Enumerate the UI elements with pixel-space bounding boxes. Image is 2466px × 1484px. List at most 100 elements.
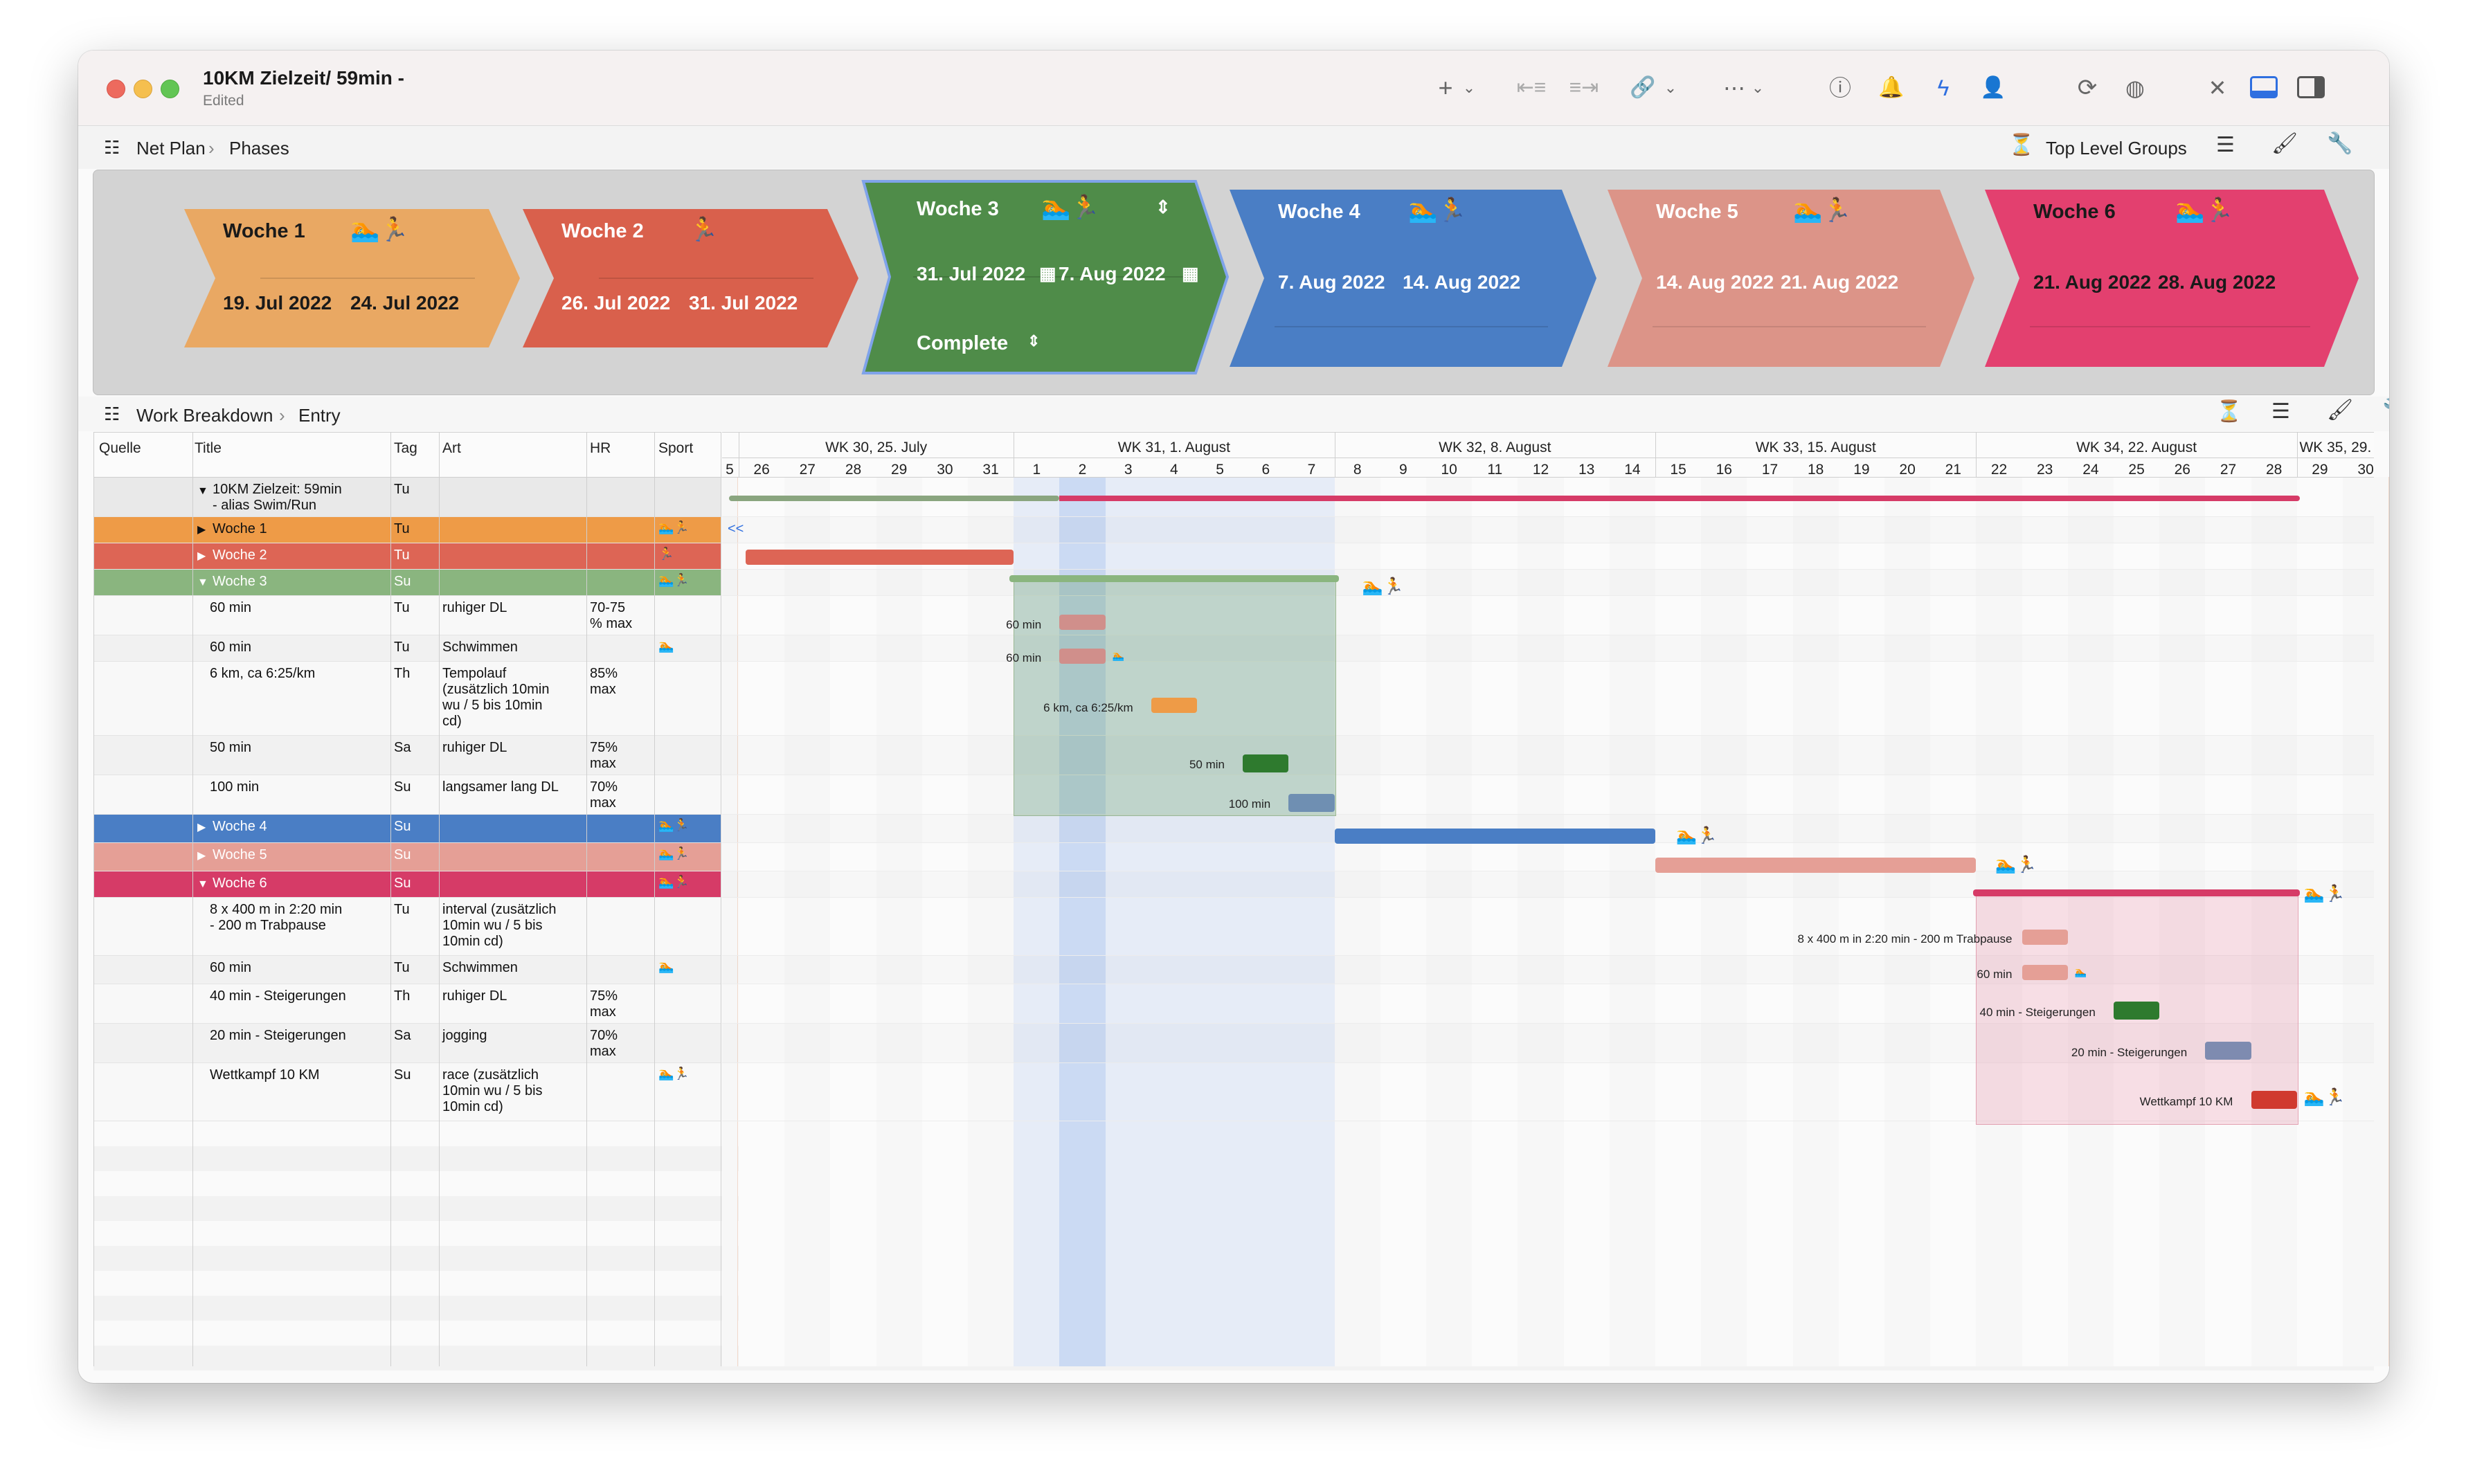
chevron-down-icon[interactable]: ⌄ [1462, 74, 1476, 102]
project-summary-bar[interactable] [729, 496, 1060, 501]
table-row[interactable]: ▼ Woche 6 Su 🏊🏃 [93, 871, 721, 898]
gantt-bar-woche-6[interactable] [1973, 889, 2300, 896]
table-row[interactable]: ▶ Woche 2 Tu 🏃 [93, 543, 721, 570]
minimize-button[interactable] [134, 80, 152, 98]
person-icon[interactable]: 👤 [1978, 74, 2008, 102]
brush-icon[interactable]: 🖌 [2327, 398, 2353, 422]
chevron-down-icon[interactable]: ⌄ [1664, 74, 1677, 102]
bolt-icon[interactable]: ϟ [1928, 74, 1959, 102]
phase-woche-5[interactable]: Woche 5 🏊🏃 14. Aug 2022 21. Aug 2022 [1608, 190, 1974, 367]
tools-icon[interactable]: ✕ [2202, 74, 2233, 102]
stepper-icon[interactable]: ⇕ [1027, 332, 1040, 350]
disclosure-triangle-icon[interactable]: ▶ [197, 548, 206, 564]
gantt-bar-task[interactable] [1243, 754, 1289, 772]
table-row[interactable]: 60 min Tu ruhiger DL 70-75 % max [93, 596, 721, 635]
row-tag: Sa [394, 740, 411, 755]
gantt-bar-task[interactable] [2251, 1091, 2297, 1109]
disclosure-triangle-icon[interactable]: ▼ [197, 483, 208, 499]
col-art[interactable]: Art [442, 440, 461, 457]
outdent-icon[interactable]: ⇤≡ [1514, 74, 1549, 102]
table-row[interactable]: 40 min - Steigerungen Th ruhiger DL 75% max [93, 984, 721, 1024]
phase-woche-3[interactable]: Woche 3 🏊🏃 ⇕ 31. Jul 2022 ▦ 7. Aug 2022 … [858, 179, 1232, 376]
gantt-bar-woche-2[interactable] [746, 550, 1014, 565]
table-row[interactable]: 100 min Su langsamer lang DL 70% max [93, 775, 721, 815]
disclosure-triangle-icon[interactable]: ▶ [197, 848, 206, 864]
netplan-title[interactable]: Net Plan [136, 138, 206, 159]
collapse-marker[interactable]: << [728, 521, 744, 537]
wbs-crumb[interactable]: Entry [298, 405, 341, 426]
sidebar-icon[interactable] [2297, 76, 2325, 98]
week-header: WK 33, 15. August [1755, 440, 1876, 455]
table-row[interactable]: 6 km, ca 6:25/km Th Tempolauf (zusätzlich … [93, 662, 721, 736]
help-icon[interactable]: ⓘ [1825, 74, 1855, 102]
layout-icon[interactable] [2250, 76, 2278, 98]
sport-icon: 🏊🏃 [658, 818, 690, 832]
phase-status[interactable]: Complete [917, 332, 1008, 355]
gantt-bar-task[interactable] [1151, 698, 1197, 713]
stepper-icon[interactable]: ⇕ [1155, 197, 1171, 218]
row-art: ruhiger DL [442, 740, 507, 755]
gantt-bar-task[interactable] [1059, 615, 1106, 630]
close-button[interactable] [107, 80, 125, 98]
link-icon[interactable]: 🔗 [1629, 74, 1657, 102]
chevron-down-icon[interactable]: ⌄ [1751, 74, 1765, 102]
table-row[interactable]: 20 min - Steigerungen Sa jogging 70% max [93, 1024, 721, 1063]
gantt-bar-woche-5[interactable] [1655, 858, 1977, 873]
col-hr[interactable]: HR [590, 440, 611, 457]
gantt-bar-task[interactable] [2205, 1042, 2251, 1060]
phase-woche-2[interactable]: Woche 2 🏃 26. Jul 2022 31. Jul 2022 [523, 209, 858, 347]
table-row[interactable]: ▼ 10KM Zielzeit: 59min - alias Swim/Run Tu [93, 478, 721, 517]
row-art: langsamer lang DL [442, 779, 559, 795]
table-row[interactable]: 60 min Tu Schwimmen 🏊 [93, 635, 721, 662]
phase-woche-6[interactable]: Woche 6 🏊🏃 21. Aug 2022 28. Aug 2022 [1985, 190, 2359, 367]
wbs-title[interactable]: Work Breakdown [136, 405, 273, 426]
col-quelle[interactable]: Quelle [99, 440, 141, 457]
plus-icon[interactable]: + [1432, 74, 1459, 102]
table-row[interactable]: 8 x 400 m in 2:20 min - 200 m Trabpause T… [93, 898, 721, 956]
gantt-bar-task[interactable] [1288, 794, 1335, 812]
table-row[interactable]: ▶ Woche 1 Tu 🏊🏃 [93, 517, 721, 543]
indent-icon[interactable]: ≡⇥ [1567, 74, 1601, 102]
refresh-icon[interactable]: ⟳ [2072, 74, 2103, 102]
netplan-crumb[interactable]: Phases [229, 138, 289, 159]
table-row[interactable]: ▶ Woche 5 Su 🏊🏃 [93, 843, 721, 871]
bell-icon[interactable]: 🔔 [1876, 74, 1907, 102]
col-tag[interactable]: Tag [394, 440, 417, 457]
wrench-icon[interactable]: 🔧 [2327, 132, 2352, 156]
gantt-bar-woche-3[interactable] [1009, 575, 1339, 582]
zoom-button[interactable] [161, 80, 179, 98]
phase-woche-1[interactable]: Woche 1 🏊🏃 19. Jul 2022 24. Jul 2022 [184, 209, 520, 347]
gantt-bar-task[interactable] [2022, 930, 2068, 945]
table-row[interactable]: ▼ Woche 3 Su 🏊🏃 [93, 570, 721, 596]
col-sport[interactable]: Sport [658, 440, 693, 457]
row-tag: Tu [394, 640, 410, 655]
wrench-icon[interactable]: 🔧 [2382, 398, 2389, 422]
table-row[interactable]: Wettkampf 10 KM Su race (zusätzlich 10min … [93, 1063, 721, 1121]
table-row[interactable]: 60 min Tu Schwimmen 🏊 [93, 956, 721, 984]
app-window: 10KM Zielzeit/ 59min - Edited + ⌄ ⇤≡ ≡⇥ … [78, 51, 2389, 1383]
swim-run-icon: 🏊🏃 [1995, 856, 2037, 874]
disclosure-triangle-icon[interactable]: ▼ [197, 876, 208, 892]
table-row[interactable]: 50 min Sa ruhiger DL 75% max [93, 736, 721, 775]
calendar-icon[interactable]: ▦ [1039, 263, 1056, 284]
disclosure-triangle-icon[interactable]: ▶ [197, 522, 206, 538]
gantt-bar-task[interactable] [1059, 649, 1106, 664]
table-row[interactable]: ▶ Woche 4 Su 🏊🏃 [93, 815, 721, 843]
filter-icon[interactable]: ⏳ [2216, 399, 2242, 424]
col-title[interactable]: Title [195, 440, 222, 457]
gantt-bar-task[interactable] [2114, 1002, 2160, 1020]
brush-icon[interactable]: 🖌 [2271, 132, 2298, 156]
align-icon[interactable]: ☰ [2271, 399, 2290, 424]
globe-icon[interactable]: ◍ [2120, 74, 2150, 102]
disclosure-triangle-icon[interactable]: ▼ [197, 574, 208, 590]
more-icon[interactable]: ⋯ [1719, 74, 1749, 102]
align-icon[interactable]: ☰ [2216, 133, 2235, 157]
filter-icon[interactable]: ⏳ [2008, 133, 2034, 157]
gantt-bar-woche-4[interactable] [1334, 829, 1655, 844]
calendar-icon[interactable]: ▦ [1182, 263, 1199, 284]
phase-woche-4[interactable]: Woche 4 🏊🏃 7. Aug 2022 14. Aug 2022 [1230, 190, 1596, 367]
disclosure-triangle-icon[interactable]: ▶ [197, 820, 206, 835]
filter-label[interactable]: Top Level Groups [2046, 138, 2187, 159]
gantt-bar-task[interactable] [2022, 965, 2068, 980]
project-summary-bar[interactable] [1059, 496, 2300, 501]
